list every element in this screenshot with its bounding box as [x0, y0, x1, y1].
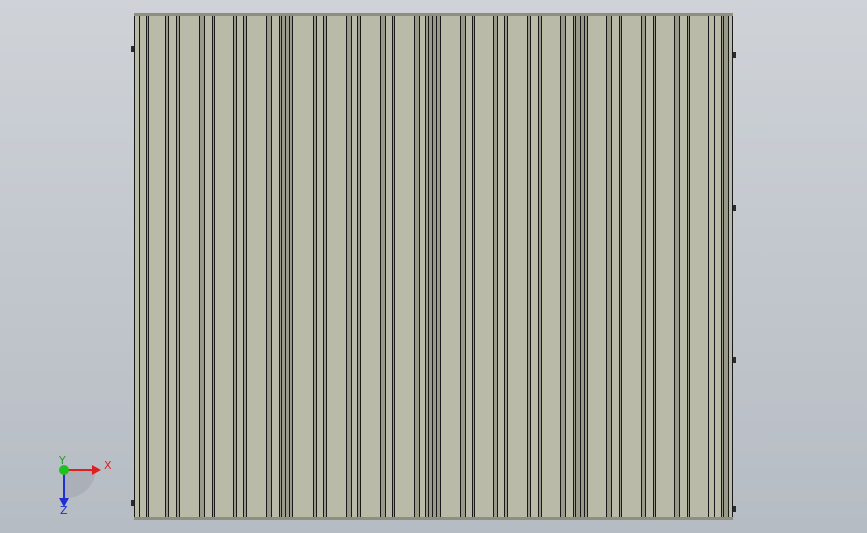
side-tab: [733, 506, 736, 512]
orientation-triad: X Y Z: [58, 454, 112, 516]
side-tab: [733, 205, 736, 211]
triad-shadow-icon: [64, 470, 96, 499]
y-axis-label: Y: [58, 454, 66, 467]
graphics-viewport[interactable]: X Y Z: [0, 0, 867, 533]
x-axis-label: X: [104, 459, 112, 472]
side-tab: [733, 357, 736, 363]
part-model[interactable]: [0, 0, 867, 533]
z-axis-label: Z: [60, 504, 68, 516]
bottom-edge-band: [134, 517, 733, 520]
side-tab: [131, 500, 134, 506]
side-tab: [733, 52, 736, 58]
top-edge-band: [134, 13, 733, 16]
side-tab: [131, 46, 134, 52]
